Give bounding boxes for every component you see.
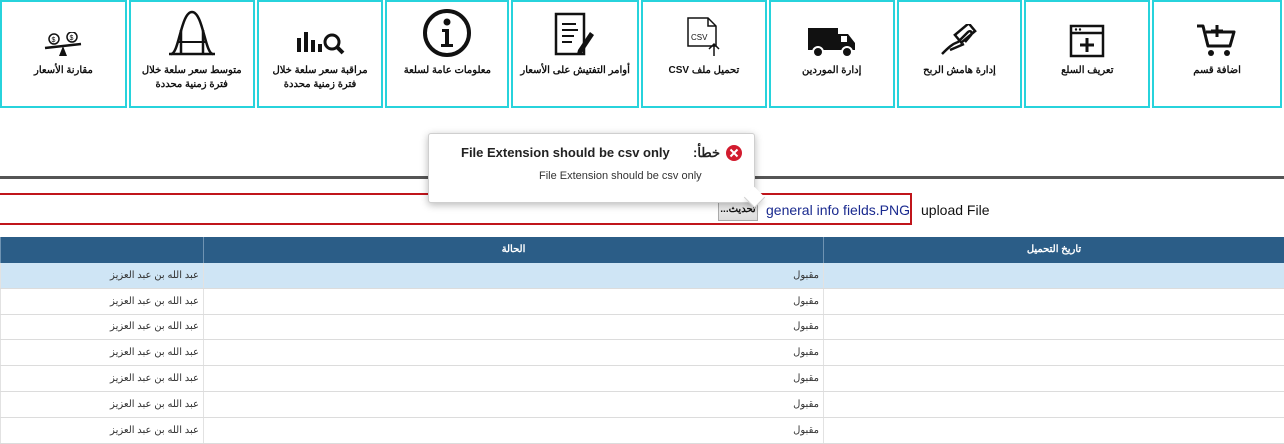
cell-user: عبد الله بن عبد العزيز: [0, 366, 203, 391]
tile-add-section[interactable]: اضافة قسم: [1152, 0, 1282, 108]
cell-user: عبد الله بن عبد العزيز: [0, 340, 203, 366]
tile-average-price[interactable]: متوسط سعر سلعة خلال فترة زمنية محددة: [128, 0, 255, 108]
document-edit-icon: [554, 2, 596, 64]
cell-user: عبد الله بن عبد العزيز: [0, 417, 203, 443]
cell-user: عبد الله بن عبد العزيز: [0, 314, 203, 340]
column-header-upload-date[interactable]: تاريخ التحميل: [823, 237, 1284, 263]
tile-label: تحميل ملف CSV: [668, 65, 740, 76]
cell-upload-date: [823, 391, 1284, 417]
truck-icon: [807, 2, 857, 64]
cell-status: مقبول: [203, 263, 823, 288]
svg-text:$: $: [52, 37, 56, 44]
svg-text:CSV: CSV: [691, 33, 708, 42]
cell-upload-date: [823, 314, 1284, 340]
tile-label: أوامر التفتيش على الأسعار: [520, 65, 630, 76]
tile-label: تعريف السلع: [1061, 65, 1114, 76]
bar-chart-search-icon: [295, 2, 345, 64]
upload-history-table: الحالة تاريخ التحميل عبد الله بن عبد الع…: [0, 237, 1284, 444]
table-header: الحالة تاريخ التحميل: [0, 237, 1284, 263]
table-row[interactable]: عبد الله بن عبد العزيز مقبول: [0, 340, 1284, 367]
tile-label: متوسط سعر سلعة خلال فترة زمنية محددة: [141, 65, 242, 90]
tile-price-comparison[interactable]: $ $ مقارنة الأسعار: [0, 0, 127, 108]
column-header-user[interactable]: [0, 237, 203, 263]
tile-csv-upload[interactable]: CSV تحميل ملف CSV: [641, 0, 767, 108]
scale-compare-icon: $ $: [43, 2, 83, 64]
error-label: خطأ:: [693, 145, 720, 160]
table-body: عبد الله بن عبد العزيز مقبول عبد الله بن ع…: [0, 263, 1284, 444]
error-message: File Extension should be csv only: [539, 170, 702, 182]
cell-status: مقبول: [203, 314, 823, 340]
tile-suppliers[interactable]: إدارة الموردين: [768, 0, 895, 108]
tile-label: اضافة قسم: [1193, 65, 1241, 76]
table-row[interactable]: عبد الله بن عبد العزيز مقبول: [0, 314, 1284, 341]
tile-define-goods[interactable]: تعريف السلع: [1024, 0, 1151, 108]
table-row[interactable]: عبد الله بن عبد العزيز مقبول: [0, 288, 1284, 315]
column-header-status[interactable]: الحالة: [203, 237, 823, 263]
cell-status: مقبول: [203, 391, 823, 417]
cell-upload-date: [823, 288, 1284, 314]
cell-upload-date: [823, 417, 1284, 443]
cart-add-icon: [1195, 2, 1239, 64]
tile-inspection-orders[interactable]: أوامر التفتيش على الأسعار: [511, 0, 640, 108]
window-add-icon: [1069, 2, 1105, 64]
bell-curve-icon: [167, 2, 217, 64]
tile-label: معلومات عامة لسلعة: [403, 65, 491, 76]
table-row[interactable]: عبد الله بن عبد العزيز مقبول: [0, 417, 1284, 444]
cell-user: عبد الله بن عبد العزيز: [0, 288, 203, 314]
tile-label: إدارة الموردين: [802, 65, 862, 76]
tile-label: مقارنة الأسعار: [34, 65, 93, 76]
hand-money-icon: [938, 2, 982, 64]
upload-file-label: upload File: [921, 202, 990, 218]
table-row[interactable]: عبد الله بن عبد العزيز مقبول: [0, 391, 1284, 418]
main-toolbar: اضافة قسم تعريف السلع إدارة هامش الربح إ…: [0, 0, 1284, 108]
cell-status: مقبول: [203, 366, 823, 391]
selected-file-name: general info fields.PNG: [766, 202, 910, 218]
tile-profit-margin[interactable]: إدارة هامش الربح: [896, 0, 1023, 108]
tile-general-info[interactable]: معلومات عامة لسلعة: [385, 0, 510, 108]
cell-user: عبد الله بن عبد العزيز: [0, 391, 203, 417]
csv-upload-icon: CSV: [684, 2, 724, 64]
info-icon: [422, 2, 472, 64]
cell-status: مقبول: [203, 340, 823, 366]
cell-upload-date: [823, 263, 1284, 288]
error-circle-icon: [725, 144, 743, 167]
svg-text:$: $: [70, 35, 74, 42]
table-row[interactable]: عبد الله بن عبد العزيز مقبول: [0, 263, 1284, 289]
error-title: File Extension should be csv only: [461, 145, 670, 160]
cell-upload-date: [823, 340, 1284, 366]
tile-label: مراقبة سعر سلعة خلال فترة زمنية محددة: [272, 65, 368, 90]
table-row[interactable]: عبد الله بن عبد العزيز مقبول: [0, 366, 1284, 392]
cell-user: عبد الله بن عبد العزيز: [0, 263, 203, 288]
cell-status: مقبول: [203, 288, 823, 314]
tile-label: إدارة هامش الربح: [923, 65, 996, 76]
cell-upload-date: [823, 366, 1284, 391]
tile-price-monitor[interactable]: مراقبة سعر سلعة خلال فترة زمنية محددة: [256, 0, 384, 108]
error-popover: خطأ: File Extension should be csv only F…: [428, 133, 766, 209]
cell-status: مقبول: [203, 417, 823, 443]
